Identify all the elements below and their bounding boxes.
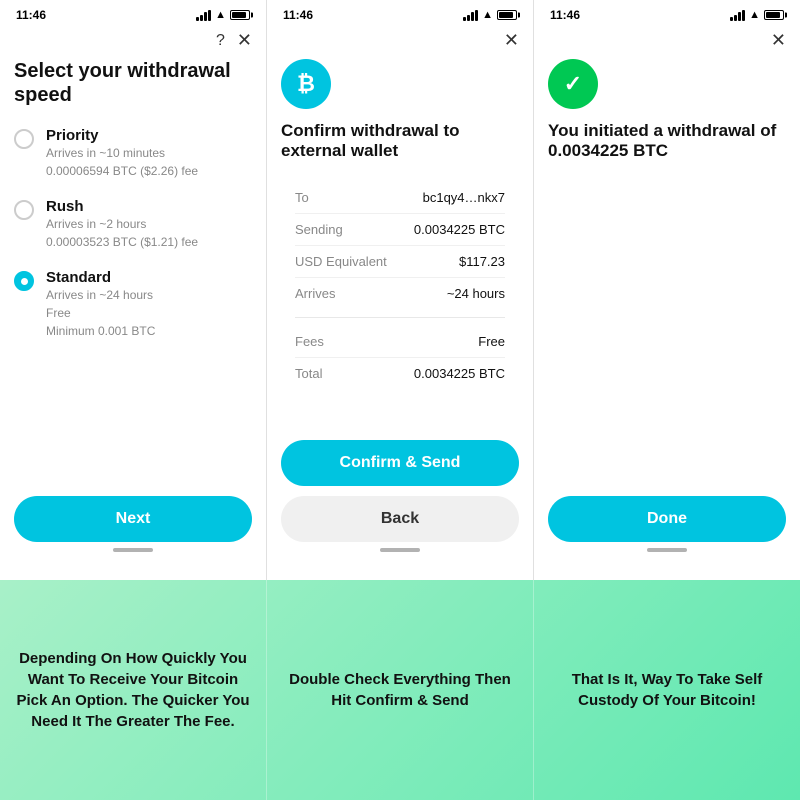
sub1-rush: Arrives in ~2 hours (46, 215, 198, 233)
screen-content-1: Select your withdrawal speed Priority Ar… (0, 59, 266, 486)
wifi-icon-2: ▲ (482, 9, 493, 21)
screen-content-2: Confirm withdrawal to external wallet To… (267, 121, 533, 430)
divider (295, 317, 505, 318)
option-standard[interactable]: Standard Arrives in ~24 hours Free Minim… (14, 269, 252, 340)
screen-footer-1: Next (0, 486, 266, 580)
wifi-icon: ▲ (215, 9, 226, 21)
value-to: bc1qy4…nkx7 (423, 190, 505, 205)
row-fees: Fees Free (295, 326, 505, 358)
sub2-rush: 0.00003523 BTC ($1.21) fee (46, 233, 198, 251)
home-indicator-1 (113, 548, 153, 552)
radio-rush[interactable] (14, 200, 34, 220)
close-button-2[interactable]: ✕ (504, 30, 519, 51)
screen-title-2: Confirm withdrawal to external wallet (281, 121, 519, 162)
time-2: 11:46 (283, 8, 313, 22)
back-button[interactable]: Back (281, 496, 519, 542)
value-total: 0.0034225 BTC (414, 366, 505, 381)
row-sending: Sending 0.0034225 BTC (295, 214, 505, 246)
screen-content-3: You initiated a withdrawal of 0.0034225 … (534, 121, 800, 486)
screen-title-3: You initiated a withdrawal of 0.0034225 … (548, 121, 786, 162)
label-sending: Sending (295, 222, 343, 237)
status-bar-3: 11:46 ▲ (534, 0, 800, 26)
value-fees: Free (478, 334, 505, 349)
row-arrives: Arrives ~24 hours (295, 278, 505, 309)
fee-details: Fees Free Total 0.0034225 BTC (295, 326, 505, 389)
label-rush: Rush (46, 198, 198, 215)
row-total: Total 0.0034225 BTC (295, 358, 505, 389)
caption-3: That Is It, Way To Take Self Custody Of … (534, 580, 800, 800)
option-priority[interactable]: Priority Arrives in ~10 minutes 0.000065… (14, 127, 252, 180)
radio-priority[interactable] (14, 129, 34, 149)
status-icons-1: ▲ (196, 9, 250, 21)
status-icons-3: ▲ (730, 9, 784, 21)
label-standard: Standard (46, 269, 155, 286)
sub3-standard: Minimum 0.001 BTC (46, 322, 155, 340)
screen-1: 11:46 ▲ ? ✕ Select your withdrawal speed… (0, 0, 267, 580)
status-bar-1: 11:46 ▲ (0, 0, 266, 26)
sub1-standard: Arrives in ~24 hours (46, 286, 155, 304)
sub1-priority: Arrives in ~10 minutes (46, 144, 198, 162)
screen-footer-3: Done (534, 486, 800, 580)
label-total: Total (295, 366, 322, 381)
signal-icon-2 (463, 10, 478, 21)
label-to: To (295, 190, 309, 205)
confirm-details: To bc1qy4…nkx7 Sending 0.0034225 BTC USD… (295, 182, 505, 309)
label-fees: Fees (295, 334, 324, 349)
caption-text-1: Depending On How Quickly You Want To Rec… (14, 648, 252, 732)
screen-header-1: ? ✕ (0, 26, 266, 59)
captions-row: Depending On How Quickly You Want To Rec… (0, 580, 800, 800)
done-button[interactable]: Done (548, 496, 786, 542)
signal-icon (196, 10, 211, 21)
home-indicator-2 (380, 548, 420, 552)
home-indicator-3 (647, 548, 687, 552)
time-1: 11:46 (16, 8, 46, 22)
sub2-standard: Free (46, 304, 155, 322)
time-3: 11:46 (550, 8, 580, 22)
label-arrives: Arrives (295, 286, 335, 301)
label-usd: USD Equivalent (295, 254, 387, 269)
confirm-send-button[interactable]: Confirm & Send (281, 440, 519, 486)
close-button-3[interactable]: ✕ (771, 30, 786, 51)
row-usd: USD Equivalent $117.23 (295, 246, 505, 278)
screen-2: 11:46 ▲ ✕ ₿ Confirm withdrawal to extern… (267, 0, 534, 580)
caption-text-3: That Is It, Way To Take Self Custody Of … (548, 669, 786, 711)
caption-1: Depending On How Quickly You Want To Rec… (0, 580, 267, 800)
success-icon: ✓ (548, 59, 598, 109)
screen-footer-2: Confirm & Send Back (267, 430, 533, 580)
battery-icon-3 (764, 10, 784, 20)
caption-2: Double Check Everything Then Hit Confirm… (267, 580, 534, 800)
bitcoin-icon: ₿ (281, 59, 331, 109)
screen-header-3: ✕ (534, 26, 800, 59)
next-button[interactable]: Next (14, 496, 252, 542)
value-sending: 0.0034225 BTC (414, 222, 505, 237)
help-icon[interactable]: ? (216, 32, 225, 50)
screen-header-2: ✕ (267, 26, 533, 59)
screen-title-1: Select your withdrawal speed (14, 59, 252, 107)
option-rush[interactable]: Rush Arrives in ~2 hours 0.00003523 BTC … (14, 198, 252, 251)
screen-3: 11:46 ▲ ✕ ✓ You initiated a withdrawal o… (534, 0, 800, 580)
sub2-priority: 0.00006594 BTC ($2.26) fee (46, 162, 198, 180)
option-rush-text: Rush Arrives in ~2 hours 0.00003523 BTC … (46, 198, 198, 251)
signal-icon-3 (730, 10, 745, 21)
value-arrives: ~24 hours (447, 286, 505, 301)
status-bar-2: 11:46 ▲ (267, 0, 533, 26)
value-usd: $117.23 (459, 254, 505, 269)
radio-standard[interactable] (14, 271, 34, 291)
row-to: To bc1qy4…nkx7 (295, 182, 505, 214)
caption-text-2: Double Check Everything Then Hit Confirm… (281, 669, 519, 711)
label-priority: Priority (46, 127, 198, 144)
close-button-1[interactable]: ✕ (237, 30, 252, 51)
status-icons-2: ▲ (463, 9, 517, 21)
battery-icon-2 (497, 10, 517, 20)
option-standard-text: Standard Arrives in ~24 hours Free Minim… (46, 269, 155, 340)
wifi-icon-3: ▲ (749, 9, 760, 21)
battery-icon (230, 10, 250, 20)
option-priority-text: Priority Arrives in ~10 minutes 0.000065… (46, 127, 198, 180)
